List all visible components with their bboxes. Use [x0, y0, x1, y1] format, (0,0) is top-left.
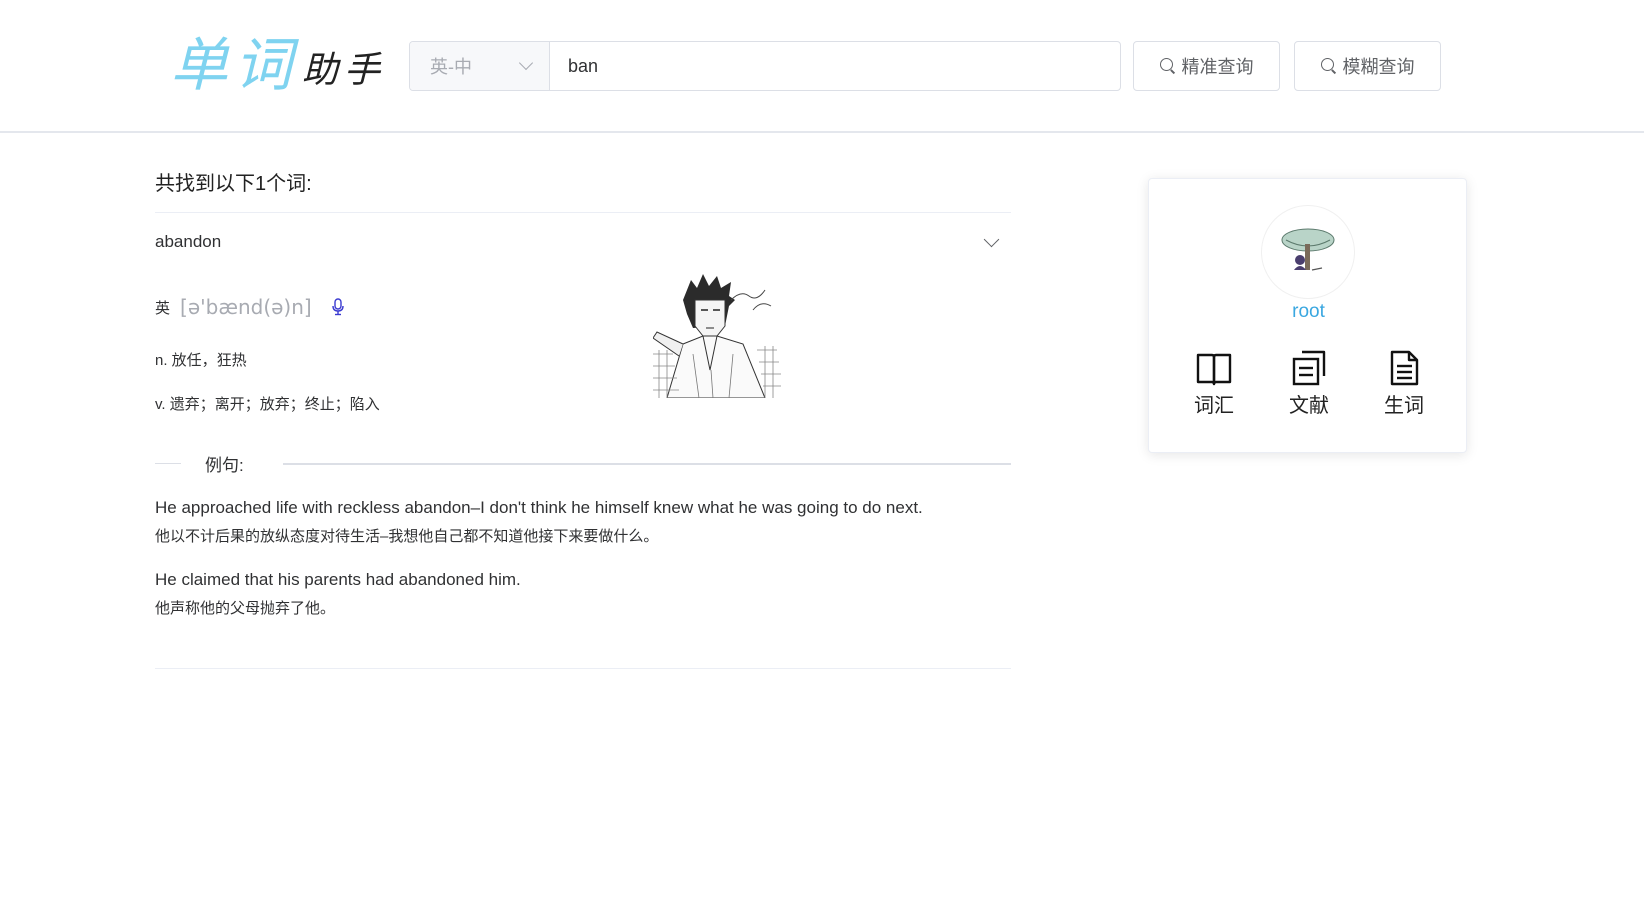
exact-search-label: 精准查询: [1181, 57, 1254, 77]
search-bar: 英-中: [409, 41, 1121, 91]
avatar[interactable]: [1261, 205, 1355, 299]
logo-sub-text: 助手: [302, 50, 387, 91]
language-select[interactable]: 英-中: [410, 42, 550, 90]
examples-label: 例句:: [205, 456, 244, 475]
nav-literature[interactable]: 文献: [1274, 349, 1344, 418]
search-icon: [1159, 58, 1176, 74]
header: 单词 助手 英-中 精准查询 模糊查询: [0, 0, 1644, 133]
search-input[interactable]: [550, 42, 1120, 90]
chevron-down-icon[interactable]: [983, 231, 1000, 247]
example-chinese: 他以不计后果的放纵态度对待生活–我想他自己都不知道他接下来要做什么。: [155, 528, 659, 545]
book-icon: [1196, 353, 1232, 386]
word-title: abandon: [155, 232, 222, 251]
phonetic-row: 英 [ə'bænd(ə)n]: [155, 295, 346, 319]
documents-icon: [1292, 350, 1326, 386]
examples-divider: 例句:: [155, 451, 1011, 475]
definition-verb: v. 遗弃；离开；放弃；终止；陷入: [155, 396, 380, 413]
example-sentence: He claimed that his parents had abandone…: [155, 568, 1011, 621]
chevron-down-icon: [518, 55, 534, 71]
profile-card: root 词汇 文献 生词: [1148, 178, 1467, 453]
example-sentence: He approached life with reckless abandon…: [155, 496, 1011, 549]
word-collapse-header[interactable]: abandon: [155, 213, 1011, 271]
tree-avatar-icon: [1281, 228, 1335, 271]
phonetic-lang: 英: [155, 299, 171, 317]
fuzzy-search-button[interactable]: 模糊查询: [1294, 41, 1441, 91]
example-english: He claimed that his parents had abandone…: [155, 570, 521, 589]
phonetic-text: [ə'bænd(ə)n]: [180, 295, 312, 319]
exact-search-button[interactable]: 精准查询: [1133, 41, 1280, 91]
nav-vocabulary[interactable]: 词汇: [1179, 349, 1249, 418]
nav-new-words-label: 生词: [1384, 395, 1424, 417]
word-illustration: [653, 270, 783, 398]
microphone-icon[interactable]: [330, 298, 346, 316]
nav-new-words[interactable]: 生词: [1369, 349, 1439, 418]
divider: [155, 668, 1011, 669]
profile-nav: 词汇 文献 生词: [1179, 349, 1439, 418]
example-chinese: 他声称他的父母抛弃了他。: [155, 600, 336, 617]
document-icon: [1390, 350, 1419, 386]
fuzzy-search-label: 模糊查询: [1342, 57, 1415, 77]
username[interactable]: root: [1149, 301, 1468, 323]
search-icon: [1320, 58, 1337, 74]
results-count-text: 共找到以下1个词:: [155, 173, 312, 195]
logo-main-text: 单词: [170, 31, 299, 99]
nav-literature-label: 文献: [1289, 395, 1329, 417]
definition-noun: n. 放任，狂热: [155, 352, 247, 369]
example-english: He approached life with reckless abandon…: [155, 498, 923, 517]
nav-vocabulary-label: 词汇: [1194, 395, 1234, 417]
logo[interactable]: 单词 助手: [170, 20, 386, 100]
language-select-value: 英-中: [430, 57, 472, 77]
